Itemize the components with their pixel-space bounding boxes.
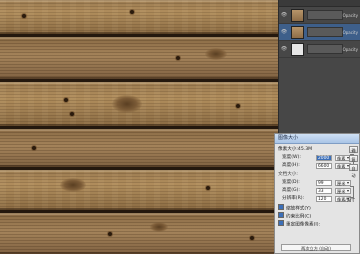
- nail-hole: [176, 56, 180, 60]
- layer-thumbnail: [291, 8, 304, 22]
- link-icon: [350, 186, 354, 198]
- nail-hole: [206, 186, 210, 190]
- resample-label: 重定图像像素(I):: [286, 222, 321, 228]
- scale-styles-checkbox[interactable]: [278, 204, 284, 210]
- wood-knot: [205, 48, 227, 60]
- doc-width-label: 宽度(D):: [282, 180, 300, 185]
- layer-row[interactable]: 👁 Opacity: [279, 41, 360, 58]
- resolution-label: 分辨率(R):: [282, 196, 305, 201]
- ok-button[interactable]: 确定: [349, 146, 358, 160]
- dialog-title[interactable]: 图像大小: [275, 134, 359, 144]
- doc-height-field[interactable]: 33: [316, 188, 332, 194]
- wood-plank: [0, 170, 278, 210]
- wood-plank: [0, 129, 278, 167]
- wood-knot: [112, 95, 142, 113]
- width-label: 宽度(W):: [282, 155, 301, 160]
- wood-plank: [0, 37, 278, 79]
- layer-opacity-label: Opacity: [342, 12, 358, 18]
- nail-hole: [250, 236, 254, 240]
- wood-plank: [0, 0, 278, 34]
- wood-plank: [0, 213, 278, 254]
- nail-hole: [70, 112, 74, 116]
- layers-panel: 👁 Opacity 👁 Opacity 👁 Opacity: [278, 0, 360, 133]
- pixel-dimensions-label: 像素大小:45.3M: [278, 147, 313, 152]
- constrain-proportions-checkbox[interactable]: [278, 212, 284, 218]
- wood-knot: [60, 178, 86, 192]
- layer-opacity-label: Opacity: [342, 46, 358, 52]
- nail-hole: [236, 104, 240, 108]
- layers-panel-header: [279, 0, 360, 7]
- eye-icon[interactable]: 👁: [279, 29, 289, 35]
- layer-thumbnail: [291, 42, 304, 56]
- layer-opacity-label: Opacity: [342, 29, 358, 35]
- doc-width-field[interactable]: 99: [316, 180, 332, 186]
- resample-method-select[interactable]: 两次立方 (自动): [281, 244, 351, 251]
- nail-hole: [22, 14, 26, 18]
- resolution-unit-select[interactable]: 像素/英寸: [335, 196, 355, 202]
- document-size-label: 文档大小:: [278, 172, 298, 177]
- resolution-field[interactable]: 120: [316, 196, 332, 202]
- resample-checkbox[interactable]: [278, 220, 284, 226]
- pixel-height-field[interactable]: 6600: [316, 163, 332, 169]
- eye-icon[interactable]: 👁: [279, 46, 289, 52]
- nail-hole: [64, 98, 68, 102]
- nail-hole: [108, 232, 112, 236]
- doc-height-unit-select[interactable]: 厘米: [335, 188, 351, 194]
- wood-knot: [150, 222, 168, 232]
- doc-height-label: 高度(G):: [282, 188, 300, 193]
- image-canvas[interactable]: [0, 0, 278, 254]
- layer-row-selected[interactable]: 👁 Opacity: [279, 24, 360, 41]
- height-label: 高度(H):: [282, 163, 300, 168]
- layer-name: [307, 44, 343, 54]
- doc-width-unit-select[interactable]: 厘米: [335, 180, 351, 186]
- eye-icon[interactable]: 👁: [279, 12, 289, 18]
- layer-name: [307, 27, 343, 37]
- image-size-dialog: 图像大小 像素大小:45.3M 宽度(W): 2000 像素 高度(H): 66…: [274, 133, 360, 254]
- constrain-proportions-label: 约束比例(C): [286, 214, 312, 220]
- nail-hole: [32, 146, 36, 150]
- layer-thumbnail: [291, 25, 304, 39]
- pixel-width-field[interactable]: 2000: [316, 155, 332, 161]
- nail-hole: [130, 10, 134, 14]
- scale-styles-label: 缩放样式(Y): [286, 206, 311, 212]
- layer-name: [307, 10, 343, 20]
- layer-row[interactable]: 👁 Opacity: [279, 7, 360, 24]
- reset-button[interactable]: 复位: [349, 155, 358, 169]
- auto-button[interactable]: 自动: [349, 164, 358, 178]
